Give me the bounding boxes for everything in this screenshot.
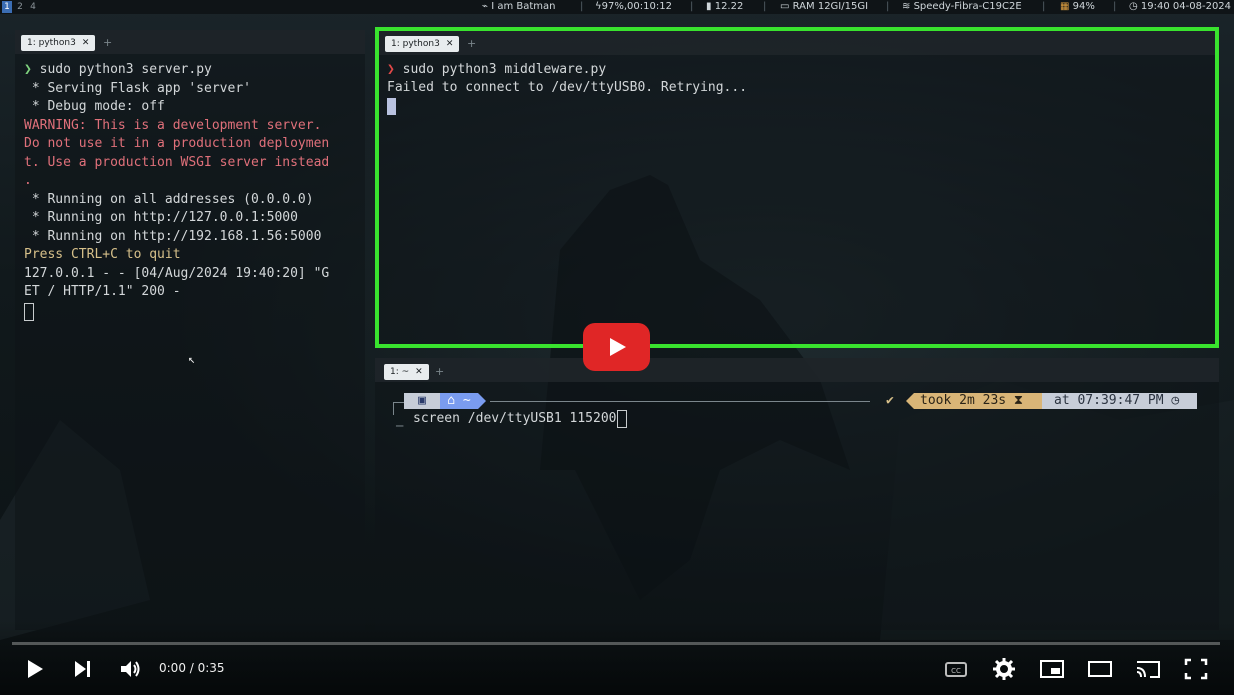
prompt-fill-line <box>490 401 870 402</box>
theater-mode-icon[interactable] <box>1087 656 1113 682</box>
miniplayer-icon[interactable] <box>1039 656 1065 682</box>
status-signal: ▦ 94% <box>1060 1 1095 12</box>
path-segment: ⌂ ~ <box>440 393 478 409</box>
took-arrow <box>906 393 914 409</box>
close-icon[interactable]: ✕ <box>415 367 423 377</box>
terminal-line: * Serving Flask app 'server' <box>24 80 251 96</box>
terminal-line: . <box>24 173 32 188</box>
close-icon[interactable]: ✕ <box>82 38 90 48</box>
progress-bar[interactable] <box>12 642 1220 645</box>
status-cpu: ▮ 12.22 <box>706 1 744 12</box>
terminal-line: * Running on http://127.0.0.1:5000 <box>24 210 298 225</box>
prompt-frame-top <box>393 402 404 415</box>
left-tab-bar: 1: python3 ✕ + <box>15 30 365 54</box>
clock-icon: ◷ <box>1171 393 1180 408</box>
bat-icon: ⌁ <box>482 1 489 12</box>
captions-icon[interactable]: CC <box>944 656 968 682</box>
os-icon: ▣ <box>418 393 426 408</box>
next-icon[interactable] <box>72 656 94 682</box>
os-segment: ▣ <box>404 393 440 409</box>
youtube-play-button[interactable] <box>583 323 650 371</box>
workspace-2[interactable]: 2 <box>15 1 25 13</box>
status-battery: ϟ97%,00:10:12 <box>595 1 672 12</box>
tab-home[interactable]: 1: ~ ✕ <box>384 364 429 380</box>
prompt-symbol: ❯ <box>24 62 32 77</box>
path-arrow <box>478 393 486 409</box>
terminal-line: t. Use a production WSGI server instead <box>24 154 330 170</box>
terminal-line: ❯ sudo python3 server.py <box>24 61 212 80</box>
clock-icon: ◷ <box>1129 1 1138 12</box>
prompt-frame-bottom: ─ <box>396 419 404 433</box>
screen-command-line: screen /dev/ttyUSB1 115200 <box>413 410 627 429</box>
time-segment: at 07:39:47 PM ◷ <box>1042 393 1197 409</box>
terminal-cursor <box>24 303 34 321</box>
workspace-4[interactable]: 4 <box>28 1 38 13</box>
hourglass-icon: ⧗ <box>1013 393 1024 408</box>
cpu-icon: ▮ <box>706 1 712 12</box>
status-ram: ▭ RAM 12GI/15GI <box>780 1 869 12</box>
wifi-icon: ≋ <box>902 1 911 12</box>
new-tab-button[interactable]: + <box>103 36 112 49</box>
time-display: 0:00 / 0:35 <box>159 661 225 675</box>
fullscreen-icon[interactable] <box>1183 656 1209 682</box>
cast-icon[interactable] <box>1135 656 1161 682</box>
terminal-cursor <box>616 410 627 428</box>
right-bottom-tab-bar: 1: ~ ✕ + <box>375 358 1219 382</box>
status-bar: 1 2 4 ⌁ I am Batman | ϟ97%,00:10:12 | ▮ … <box>0 0 1234 14</box>
terminal-line: Press CTRL+C to quit <box>24 247 181 262</box>
new-tab-button[interactable]: + <box>435 365 444 378</box>
terminal-line: Do not use it in a production deploymen <box>24 136 330 151</box>
tab-python3-left[interactable]: 1: python3 ✕ <box>21 35 96 51</box>
play-icon <box>610 338 626 356</box>
settings-gear-icon[interactable] <box>991 656 1017 682</box>
took-segment: took 2m 23s ⧗ <box>914 393 1042 409</box>
mouse-pointer-icon: ↖ <box>188 352 196 366</box>
terminal-line: * Debug mode: off <box>24 99 165 114</box>
battery-icon: ϟ <box>595 1 602 12</box>
terminal-line: ET / HTTP/1.1" 200 - <box>24 284 181 299</box>
left-terminal-pane[interactable]: 1: python3 ✕ + ❯ sudo python3 server.py *… <box>15 30 365 630</box>
volume-icon[interactable] <box>118 656 142 682</box>
workspace-1[interactable]: 1 <box>2 1 12 13</box>
status-user: ⌁ I am Batman <box>482 1 556 12</box>
status-clock: ◷ 19:40 04-08-2024 <box>1129 1 1232 12</box>
svg-text:CC: CC <box>951 667 961 675</box>
terminal-line: 127.0.0.1 - - [04/Aug/2024 19:40:20] "G <box>24 265 330 281</box>
ram-icon: ▭ <box>780 1 790 12</box>
status-check: ✔ <box>886 393 894 408</box>
highlight-frame <box>375 27 1219 348</box>
command-text: sudo python3 server.py <box>31 62 212 77</box>
play-icon[interactable] <box>24 656 46 682</box>
terminal-line: * Running on all addresses (0.0.0.0) <box>24 191 314 207</box>
signal-icon: ▦ <box>1060 1 1070 12</box>
terminal-line: WARNING: This is a development server. <box>24 117 322 133</box>
home-icon: ⌂ <box>447 393 456 408</box>
terminal-line: * Running on http://192.168.1.56:5000 <box>24 228 322 244</box>
status-wifi: ≋ Speedy-Fibra-C19C2E <box>902 1 1022 12</box>
